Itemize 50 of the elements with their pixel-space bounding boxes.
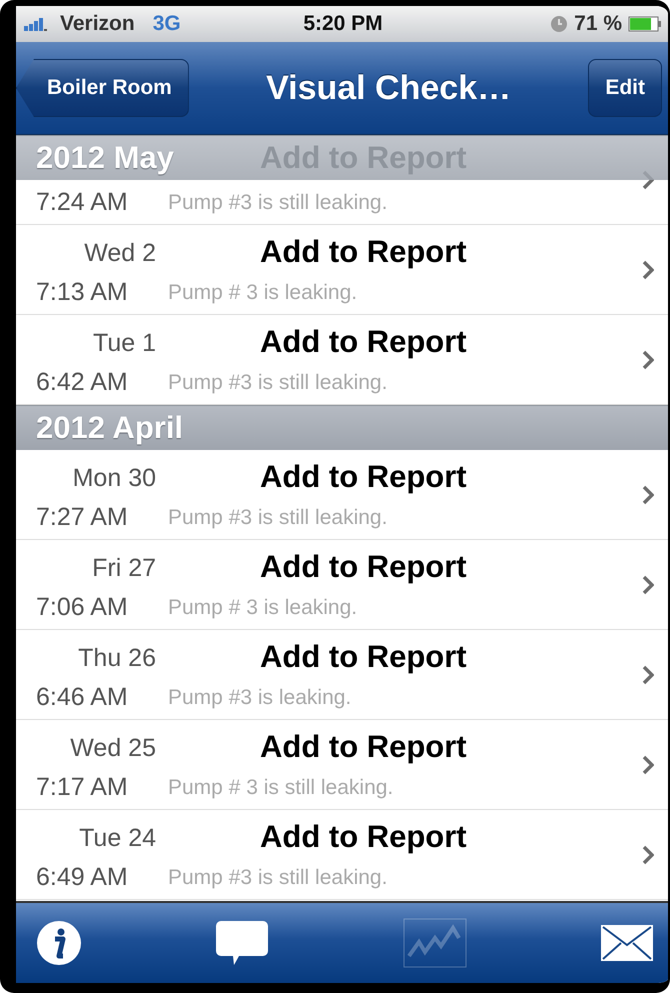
- info-icon[interactable]: [36, 920, 82, 966]
- entry-title[interactable]: Add to Report: [156, 549, 628, 585]
- entry-title[interactable]: Add to Report: [156, 459, 628, 495]
- entry-date: Tue 1: [92, 329, 156, 359]
- entry-note: Pump #3 is still leaking.: [167, 506, 388, 530]
- entry-time: 7:06 AM: [35, 593, 129, 622]
- entry-time: 6:42 AM: [35, 368, 129, 397]
- chevron-icon: [642, 845, 654, 865]
- chevron-icon: [642, 485, 654, 505]
- entry-date: Thu 26: [77, 644, 156, 674]
- speech-bubble-icon[interactable]: [215, 920, 270, 966]
- clock-icon: [550, 15, 568, 33]
- entry-title[interactable]: Add to Report: [156, 729, 628, 765]
- entry-title[interactable]: Add to Report: [156, 639, 628, 675]
- network-type: 3G: [152, 12, 181, 36]
- edit-button[interactable]: Edit: [588, 59, 662, 117]
- battery-percent: 71 %: [574, 12, 622, 36]
- entry-date: Fri 27: [91, 554, 156, 584]
- entry-time: 7:27 AM: [35, 503, 129, 532]
- entry-note: Pump # 3 is leaking.: [167, 596, 358, 620]
- carrier-name: Verizon: [60, 12, 135, 36]
- entry-time: 7:24 AM: [35, 188, 129, 217]
- entry-note: Pump #3 is still leaking.: [167, 866, 388, 890]
- entry-title[interactable]: Add to Report: [156, 234, 628, 270]
- entry-note: Pump #3 is still leaking.: [167, 190, 388, 214]
- chevron-icon: [642, 665, 654, 685]
- chevron-icon: [642, 575, 654, 595]
- screen-title: Visual Check…: [265, 68, 512, 108]
- entry-time: 7:13 AM: [35, 278, 129, 307]
- entry-title[interactable]: Add to Report: [156, 819, 628, 855]
- entry-note: Pump # 3 is leaking.: [167, 280, 358, 304]
- section-header: 2012 April: [16, 405, 668, 450]
- entry-time: 6:46 AM: [35, 683, 129, 712]
- mail-icon[interactable]: [600, 924, 654, 962]
- entry-note: Pump #3 is still leaking.: [167, 370, 388, 394]
- entry-date: Wed 25: [69, 734, 156, 764]
- entry-date: Wed 2: [83, 239, 156, 269]
- chevron-icon: [642, 260, 654, 280]
- entry-date: Mon 30: [72, 464, 156, 494]
- battery-icon: [628, 16, 662, 32]
- chevron-icon: [642, 350, 654, 370]
- entry-time: 6:49 AM: [35, 863, 129, 892]
- entry-title[interactable]: Add to Report: [156, 324, 628, 360]
- entry-time: 7:17 AM: [35, 773, 129, 802]
- entry-note: Pump #3 is leaking.: [167, 686, 352, 710]
- chevron-icon: [642, 755, 654, 775]
- entry-note: Pump # 3 is still leaking.: [167, 776, 394, 800]
- entry-date: Tue 24: [78, 824, 156, 854]
- clock-time: 5:20 PM: [303, 12, 383, 35]
- back-button[interactable]: Boiler Room: [16, 59, 189, 117]
